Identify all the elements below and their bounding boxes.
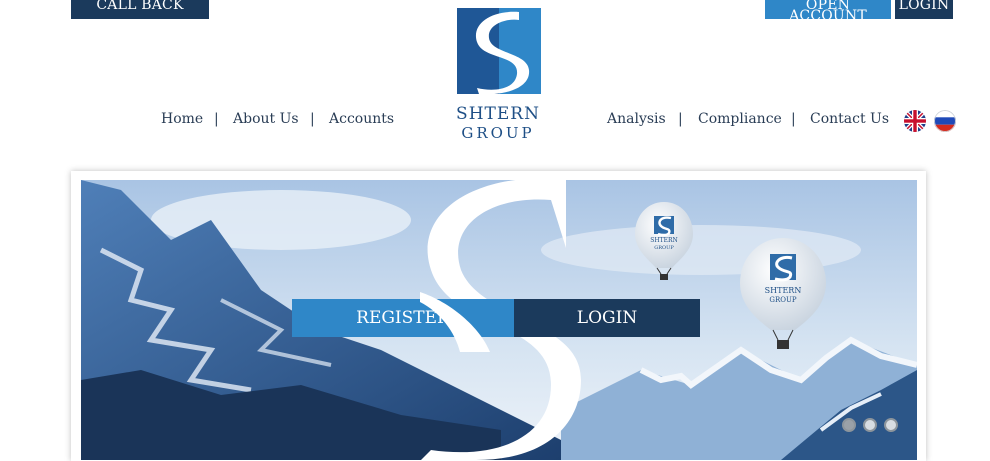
balloon-small-text2: GROUP <box>654 245 674 251</box>
balloon-large-text1: SHTERN <box>765 286 802 295</box>
nav-separator: | <box>791 111 796 127</box>
call-back-button[interactable]: CALL BACK <box>71 0 209 19</box>
open-account-button[interactable]: OPEN ACCOUNT <box>765 0 891 23</box>
slider-dot-1[interactable] <box>842 418 856 432</box>
nav-accounts[interactable]: Accounts <box>329 111 394 127</box>
nav-separator: | <box>678 111 683 127</box>
nav-home[interactable]: Home <box>161 111 203 127</box>
nav-separator: | <box>214 111 219 127</box>
english-flag-icon[interactable] <box>904 110 926 132</box>
top-login-button[interactable]: LOGIN <box>895 0 953 19</box>
shtern-group-logo[interactable]: SHTERN GROUP <box>452 8 544 146</box>
slider-dot-3[interactable] <box>884 418 898 432</box>
logo-line1: SHTERN <box>456 104 540 124</box>
balloon-small-text1: SHTERN <box>650 237 678 244</box>
s-overlay-decoration <box>420 292 490 352</box>
balloon-large-text2: GROUP <box>769 296 797 304</box>
nav-compliance[interactable]: Compliance <box>698 111 782 127</box>
nav-separator: | <box>310 111 315 127</box>
russian-flag-icon[interactable] <box>934 110 956 132</box>
logo-s-mark-icon <box>457 8 541 94</box>
hero-login-button[interactable]: LOGIN <box>514 299 700 337</box>
nav-analysis[interactable]: Analysis <box>607 111 666 127</box>
slider-dot-2[interactable] <box>863 418 877 432</box>
nav-about-us[interactable]: About Us <box>233 111 299 127</box>
logo-line2: GROUP <box>461 124 535 142</box>
nav-contact-us[interactable]: Contact Us <box>810 111 889 127</box>
